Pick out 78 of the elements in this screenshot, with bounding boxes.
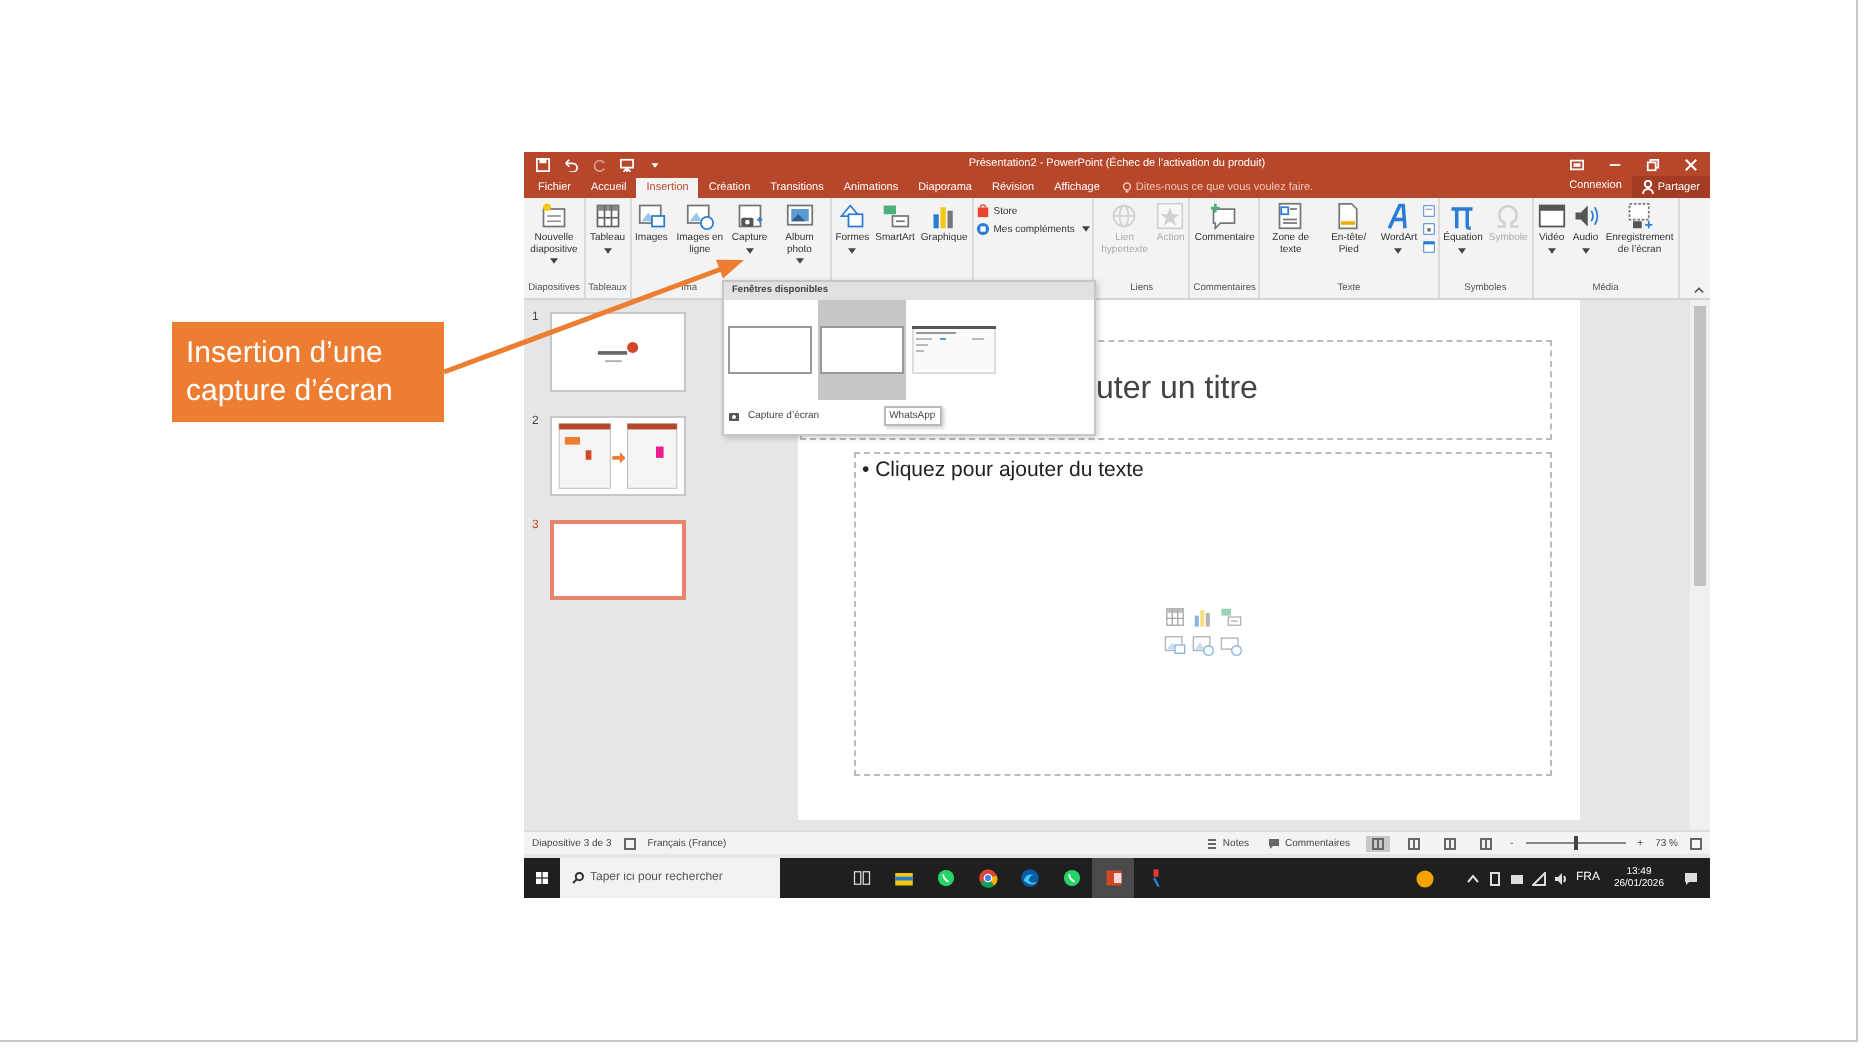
notification-icon[interactable] — [1684, 871, 1698, 885]
collapse-ribbon-icon[interactable] — [1694, 286, 1704, 294]
window-preview-drawing — [728, 326, 812, 374]
spelling-icon[interactable] — [623, 837, 636, 849]
view-button[interactable] — [1474, 835, 1498, 851]
search-icon — [572, 872, 584, 884]
notes-icon — [1206, 837, 1219, 849]
window-preview-drawing — [912, 326, 996, 374]
undo-icon[interactable] — [564, 157, 578, 171]
star-icon — [1156, 202, 1185, 230]
ribbon-button[interactable] — [1421, 240, 1436, 254]
zoom-slider-thumb[interactable] — [1573, 836, 1578, 850]
person-icon — [1641, 180, 1654, 194]
view-button[interactable] — [1366, 835, 1390, 851]
window-thumbnail[interactable] — [818, 300, 906, 400]
date-time-icon — [1421, 204, 1436, 218]
normal-view-icon — [1372, 837, 1384, 849]
add-ins-icon — [975, 222, 990, 236]
close-icon[interactable] — [1684, 157, 1698, 171]
caret-icon — [603, 247, 612, 253]
view-button[interactable] — [1438, 835, 1462, 851]
slide-thumbnail[interactable] — [550, 520, 686, 600]
slide-number-icon — [1421, 222, 1436, 236]
store-icon — [975, 204, 990, 218]
ribbon-button[interactable] — [1421, 204, 1436, 218]
caret-icon — [1458, 247, 1467, 253]
sun-icon[interactable] — [1415, 869, 1434, 887]
camera-icon — [728, 410, 742, 422]
chat-icon — [935, 868, 955, 888]
caret-icon[interactable] — [648, 157, 662, 171]
speaker-icon — [1571, 202, 1600, 230]
browser-icon — [977, 868, 997, 888]
chat-icon — [1061, 868, 1081, 888]
diagram-slide-drawing — [552, 418, 684, 494]
callout: Insertion d’une capture d’écran — [172, 322, 444, 422]
taskbar-app[interactable] — [1092, 858, 1134, 898]
pi-icon — [1448, 202, 1477, 230]
caret-icon — [1082, 226, 1091, 232]
placeholder-text: • Cliquez pour ajouter du texte — [860, 456, 1146, 486]
comment-icon — [1268, 837, 1281, 849]
windows-logo-icon — [536, 870, 548, 886]
ribbon-options-icon[interactable] — [1570, 157, 1584, 171]
caret-icon — [1581, 247, 1590, 253]
caret-icon — [550, 258, 558, 264]
globe-icon — [1110, 202, 1139, 230]
object-icon — [1421, 240, 1436, 254]
title-slide-drawing — [596, 340, 640, 364]
chevron-up-icon[interactable] — [1465, 871, 1480, 885]
bar-chart-icon — [930, 202, 959, 230]
window-preview-drawing — [820, 326, 904, 374]
task-view-icon — [851, 868, 871, 888]
slide-thumbnail[interactable] — [550, 416, 686, 496]
caret-icon — [1394, 247, 1403, 253]
swirl-icon — [1019, 868, 1039, 888]
speaker-icon[interactable] — [1553, 871, 1568, 885]
omega-icon — [1494, 202, 1523, 230]
fit-slide-icon[interactable] — [1690, 837, 1702, 849]
view-button[interactable] — [1402, 835, 1426, 851]
lightbulb-icon — [1121, 181, 1132, 193]
folder-icon — [893, 868, 913, 888]
wordart-icon — [1384, 202, 1413, 230]
slide-thumbnail[interactable] — [550, 312, 686, 392]
caret-icon — [1547, 247, 1556, 253]
caret-icon — [795, 258, 804, 264]
vertical-scrollbar[interactable] — [1690, 300, 1710, 830]
network-icon[interactable] — [1531, 871, 1546, 885]
presentation-icon[interactable] — [620, 157, 634, 171]
folder-icon[interactable] — [1509, 871, 1524, 885]
device-icon[interactable] — [1487, 871, 1502, 885]
reading-view-icon — [1444, 837, 1456, 849]
presentation-icon — [1103, 868, 1123, 888]
caret-icon — [848, 247, 857, 253]
caret-icon — [745, 247, 754, 253]
restore-icon[interactable] — [1646, 157, 1660, 171]
ribbon-button[interactable] — [1421, 222, 1436, 236]
slide-sorter-icon — [1408, 837, 1420, 849]
save-icon[interactable] — [536, 157, 550, 171]
slideshow-icon — [1480, 837, 1492, 849]
